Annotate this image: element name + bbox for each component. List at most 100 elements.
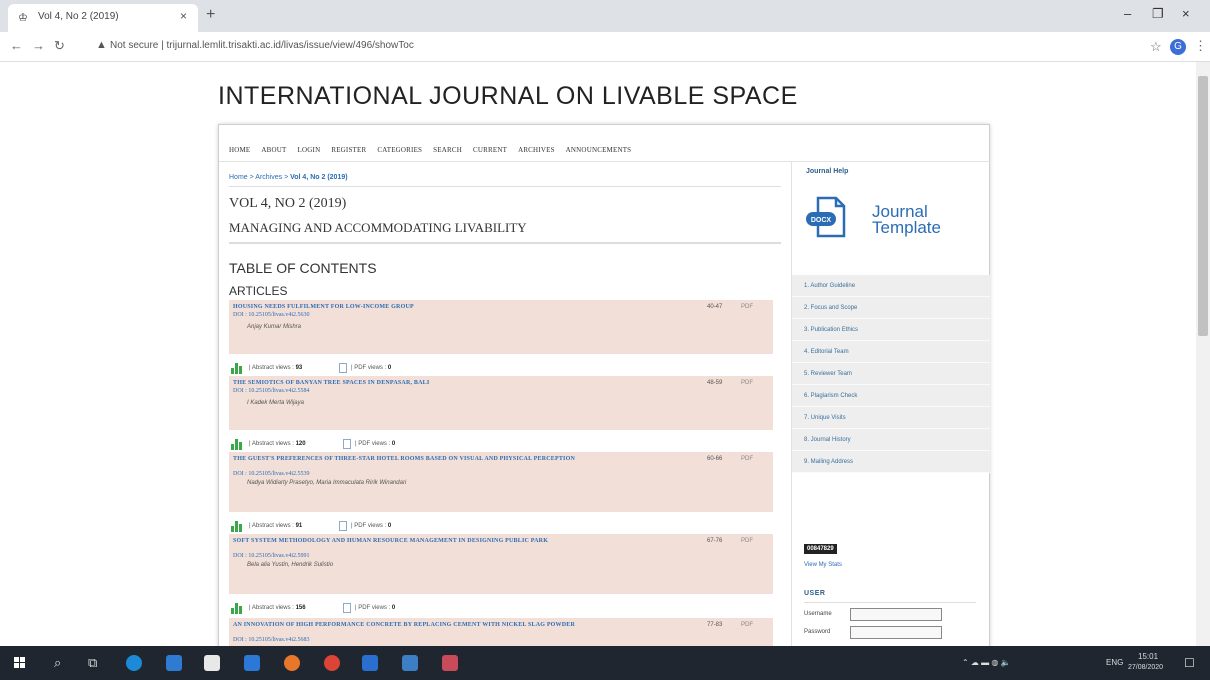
sidebar-item-editorial-team[interactable]: 4. Editorial Team <box>792 341 990 363</box>
article-pdf-link[interactable]: PDF <box>741 538 753 544</box>
pdf-views-count: 0 <box>391 441 396 447</box>
article-title[interactable]: SOFT SYSTEM METHODOLOGY AND HUMAN RESOUR… <box>233 538 665 545</box>
issue-volume: VOL 4, NO 2 (2019) <box>229 196 347 211</box>
firefox-icon[interactable] <box>284 655 300 671</box>
nav-announcements[interactable]: ANNOUNCEMENTS <box>566 146 632 154</box>
article-authors: I Kadek Merta Wijaya <box>247 400 304 406</box>
not-secure-label: Not secure <box>110 40 159 51</box>
issue-subtitle: MANAGING AND ACCOMMODATING LIVABILITY <box>229 220 527 235</box>
clock-time[interactable]: 15:01 <box>1138 652 1158 661</box>
action-center-icon[interactable]: ☐ <box>1184 656 1195 670</box>
article-title[interactable]: AN INNOVATION OF HIGH PERFORMANCE CONCRE… <box>233 622 665 629</box>
abstract-views-count: 120 <box>295 441 306 447</box>
language-indicator[interactable]: ENG <box>1106 658 1123 667</box>
nav-home[interactable]: HOME <box>229 146 250 154</box>
windows-start-icon[interactable] <box>14 657 26 669</box>
breadcrumb-current[interactable]: Vol 4, No 2 (2019) <box>290 174 347 181</box>
journal-template-link[interactable]: DOCX Journal Template <box>804 192 984 246</box>
desktop-icon[interactable] <box>166 655 182 671</box>
main-nav: HOME ABOUT LOGIN REGISTER CATEGORIES SEARCH CU… <box>229 139 642 154</box>
divider <box>229 186 781 187</box>
nav-archives[interactable]: ARCHIVES <box>518 146 555 154</box>
chrome-icon[interactable] <box>324 655 340 671</box>
forward-icon[interactable]: → <box>32 38 45 53</box>
tab-close-icon[interactable]: × <box>180 9 187 23</box>
sidebar-item-plagiarism-check[interactable]: 6. Plagiarism Check <box>792 385 990 407</box>
breadcrumb-home[interactable]: Home <box>229 174 248 181</box>
sidebar-item-journal-history[interactable]: 8. Journal History <box>792 429 990 451</box>
nav-register[interactable]: REGISTER <box>331 146 366 154</box>
article-pdf-link[interactable]: PDF <box>741 380 753 386</box>
article-authors: Anjay Kumar Mishra <box>247 324 302 330</box>
article-row: SOFT SYSTEM METHODOLOGY AND HUMAN RESOUR… <box>229 534 773 594</box>
username-input[interactable] <box>850 608 942 621</box>
article-doi[interactable]: DOI : 10.25105/livas.v4i2.5991 <box>233 553 310 559</box>
task-view-icon[interactable]: ⧉ <box>88 655 97 671</box>
nav-categories[interactable]: CATEGORIES <box>377 146 422 154</box>
article-doi[interactable]: DOI : 10.25105/livas.v4i2.5584 <box>233 388 310 394</box>
mail-icon[interactable] <box>244 655 260 671</box>
article-pdf-link[interactable]: PDF <box>741 304 753 310</box>
page-scrollbar[interactable] <box>1196 62 1210 646</box>
address-bar[interactable]: ▲ Not secure | trijurnal.lemlit.trisakti… <box>94 36 1114 58</box>
sidebar-item-author-guideline[interactable]: 1. Author Guideline <box>792 275 990 297</box>
profile-avatar[interactable]: G <box>1170 39 1186 55</box>
article-title[interactable]: THE SEMIOTICS OF BANYAN TREE SPACES IN D… <box>233 380 665 387</box>
browser-toolbar: ← → ↻ ▲ Not secure | trijurnal.lemlit.tr… <box>0 32 1210 62</box>
reload-icon[interactable]: ↻ <box>54 38 65 54</box>
browser-tabstrip: ♔ Vol 4, No 2 (2019) × + – ❐ × <box>0 0 1210 32</box>
search-icon[interactable]: ⌕ <box>54 655 61 671</box>
clock-date[interactable]: 27/08/2020 <box>1128 664 1163 671</box>
article-doi[interactable]: DOI : 10.25105/livas.v4i2.5683 <box>233 637 310 643</box>
article-row: THE GUEST'S PREFERENCES OF THREE-STAR HO… <box>229 452 773 512</box>
new-tab-button[interactable]: + <box>206 6 215 24</box>
section-heading: ARTICLES <box>229 284 288 298</box>
photos-icon[interactable] <box>402 655 418 671</box>
sidebar-item-reviewer-team[interactable]: 5. Reviewer Team <box>792 363 990 385</box>
sidebar-item-focus-scope[interactable]: 2. Focus and Scope <box>792 297 990 319</box>
article-pdf-link[interactable]: PDF <box>741 456 753 462</box>
notifications-tray-icons[interactable]: ⌃ ☁ ▬ ◍ 🔈 <box>962 658 1011 667</box>
breadcrumb-archives[interactable]: Archives <box>255 174 282 181</box>
article-stats: | Abstract views : 156 | PDF views : 0 <box>229 602 781 616</box>
sidebar-item-publication-ethics[interactable]: 3. Publication Ethics <box>792 319 990 341</box>
url-text: trijurnal.lemlit.trisakti.ac.id/livas/is… <box>166 40 414 51</box>
app-icon[interactable] <box>442 655 458 671</box>
browser-menu-icon[interactable]: ⋮ <box>1194 38 1207 54</box>
password-input[interactable] <box>850 626 942 639</box>
nav-login[interactable]: LOGIN <box>298 146 321 154</box>
article-row: AN INNOVATION OF HIGH PERFORMANCE CONCRE… <box>229 618 773 646</box>
pdf-doc-icon <box>339 521 347 531</box>
nav-current[interactable]: CURRENT <box>473 146 507 154</box>
article-title[interactable]: HOUSING NEEDS FULFILMENT FOR LOW-INCOME … <box>233 304 665 311</box>
store-icon[interactable] <box>204 655 220 671</box>
nav-about[interactable]: ABOUT <box>261 146 286 154</box>
article-doi[interactable]: DOI : 10.25105/livas.v4i2.5539 <box>233 471 310 477</box>
sidebar-item-unique-visits[interactable]: 7. Unique Visits <box>792 407 990 429</box>
article-title[interactable]: THE GUEST'S PREFERENCES OF THREE-STAR HO… <box>233 456 665 463</box>
close-window-button[interactable]: × <box>1182 6 1190 21</box>
nav-search[interactable]: SEARCH <box>433 146 462 154</box>
browser-tab[interactable]: ♔ Vol 4, No 2 (2019) × <box>8 4 198 32</box>
visit-counter[interactable]: 00847829 <box>804 544 837 554</box>
edge-icon[interactable] <box>126 655 142 671</box>
pdf-views-count: 0 <box>391 605 396 611</box>
word-icon[interactable] <box>362 655 378 671</box>
minimize-button[interactable]: – <box>1124 6 1131 21</box>
article-pdf-link[interactable]: PDF <box>741 622 753 628</box>
sidebar-item-mailing-address[interactable]: 9. Mailing Address <box>792 451 990 473</box>
article-row: HOUSING NEEDS FULFILMENT FOR LOW-INCOME … <box>229 300 773 354</box>
scroll-thumb[interactable] <box>1198 76 1208 336</box>
back-icon[interactable]: ← <box>10 38 23 53</box>
toc-heading: TABLE OF CONTENTS <box>229 260 377 276</box>
os-taskbar: ⌕ ⧉ ⌃ ☁ ▬ ◍ 🔈 ENG 15:01 27/08/2020 ☐ <box>0 646 1210 680</box>
breadcrumb: Home > Archives > Vol 4, No 2 (2019) <box>229 174 348 181</box>
username-row: Username <box>804 608 954 622</box>
article-doi[interactable]: DOI : 10.25105/livas.v4i2.5630 <box>233 312 310 318</box>
sidebar: Journal Help DOCX Journal Template 1. Au… <box>791 162 990 646</box>
maximize-button[interactable]: ❐ <box>1152 6 1164 22</box>
article-stats: | Abstract views : 93 | PDF views : 0 <box>229 362 781 376</box>
journal-help-link[interactable]: Journal Help <box>806 168 848 175</box>
bookmark-star-icon[interactable]: ☆ <box>1150 39 1162 55</box>
view-stats-link[interactable]: View My Stats <box>804 562 842 568</box>
